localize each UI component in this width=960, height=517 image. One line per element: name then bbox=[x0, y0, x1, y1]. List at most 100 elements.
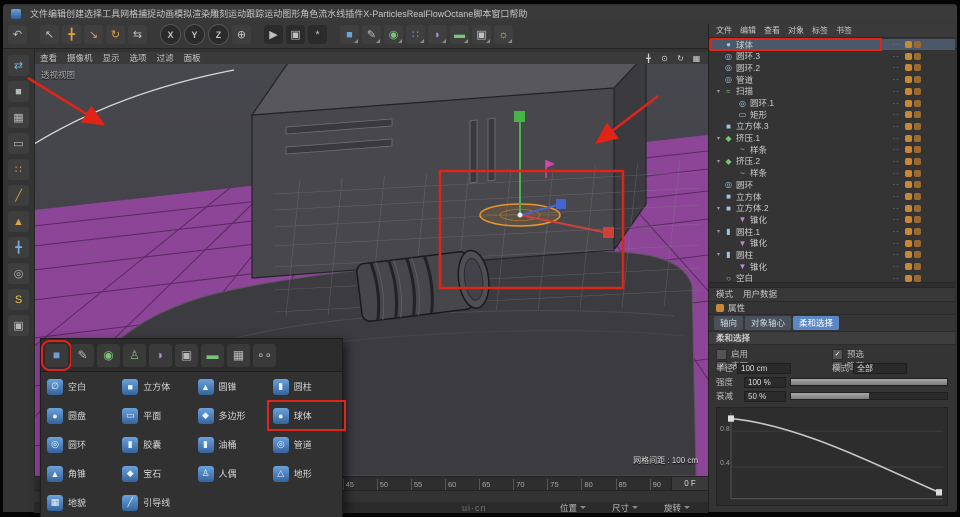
object-tag-2[interactable] bbox=[914, 87, 921, 95]
object-tag-2[interactable] bbox=[914, 134, 921, 142]
attribute-mode-tab[interactable]: 用户数据 bbox=[743, 288, 777, 300]
toggle-view-icon[interactable]: ▦ bbox=[691, 53, 702, 63]
object-tag[interactable] bbox=[905, 193, 912, 201]
object-tag[interactable] bbox=[905, 87, 912, 95]
object-tag-2[interactable] bbox=[914, 193, 921, 201]
object-manager-menu-item[interactable]: 对象 bbox=[788, 25, 804, 36]
visibility-dots[interactable]: ·· bbox=[893, 145, 900, 154]
object-tag[interactable] bbox=[905, 251, 912, 259]
add-spline-icon[interactable]: ✎ bbox=[362, 25, 381, 44]
object-tag-2[interactable] bbox=[914, 146, 921, 154]
menu-item[interactable]: 窗口 bbox=[491, 9, 509, 19]
primitive-item[interactable]: ◆ 多边形 bbox=[192, 401, 267, 430]
make-editable-icon[interactable]: ⇄ bbox=[8, 55, 29, 76]
slider-field[interactable]: 衰减 50 % bbox=[716, 389, 948, 403]
object-row[interactable]: ▼ 锥化 ·· bbox=[709, 237, 955, 249]
input-value[interactable]: 全部 bbox=[853, 362, 908, 374]
object-row[interactable]: ▾ ■ 立方体.2 ·· bbox=[709, 202, 955, 214]
object-tag-2[interactable] bbox=[914, 99, 921, 107]
visibility-dots[interactable]: ·· bbox=[893, 169, 900, 178]
viewport-menu-item[interactable]: 面板 bbox=[184, 52, 201, 64]
add-deformer-icon[interactable]: ◗ bbox=[428, 25, 447, 44]
viewport-menu-item[interactable]: 查看 bbox=[40, 52, 57, 64]
object-row[interactable]: ◎ 管道 ·· bbox=[709, 74, 955, 86]
input-field[interactable]: 模式 全部 bbox=[832, 362, 948, 374]
object-manager-menu-item[interactable]: 书签 bbox=[836, 25, 852, 36]
slider-track[interactable] bbox=[790, 392, 948, 401]
attribute-tab[interactable]: 柔和选择 bbox=[793, 316, 840, 331]
object-tag-2[interactable] bbox=[914, 216, 921, 224]
environment-icon[interactable]: ▬ bbox=[201, 343, 224, 367]
object-manager-menu-item[interactable]: 文件 bbox=[716, 25, 732, 36]
object-tag-2[interactable] bbox=[914, 239, 921, 247]
object-tag[interactable] bbox=[905, 52, 912, 60]
object-tag[interactable] bbox=[905, 41, 912, 49]
object-tag[interactable] bbox=[905, 157, 912, 165]
menu-item[interactable]: 帮助 bbox=[509, 9, 527, 19]
deformer-icon[interactable]: ◗ bbox=[149, 343, 172, 367]
primitive-item[interactable]: ▦ 地貌 bbox=[41, 488, 116, 517]
add-cube-icon[interactable]: ■ bbox=[340, 25, 359, 44]
object-tag[interactable] bbox=[905, 99, 912, 107]
primitive-item[interactable]: △ 地形 bbox=[267, 459, 342, 488]
object-tag-2[interactable] bbox=[914, 251, 921, 259]
generator-icon[interactable]: ◉ bbox=[97, 343, 120, 367]
object-tag-2[interactable] bbox=[914, 181, 921, 189]
slider-value[interactable]: 100 % bbox=[744, 376, 786, 388]
primitive-item[interactable]: ◆ 宝石 bbox=[116, 459, 191, 488]
add-camera-icon[interactable]: ▣ bbox=[472, 25, 491, 44]
menu-item[interactable]: 创建 bbox=[66, 9, 84, 19]
primitive-item[interactable]: ♙ 人偶 bbox=[192, 459, 267, 488]
menu-item[interactable]: 工具 bbox=[102, 9, 120, 19]
visibility-dots[interactable]: ·· bbox=[893, 63, 900, 72]
render-region-icon[interactable]: ▣ bbox=[286, 25, 305, 44]
object-tag[interactable] bbox=[905, 239, 912, 247]
enable-axis-icon[interactable]: ╋ bbox=[8, 237, 29, 258]
object-manager-menu-item[interactable]: 查看 bbox=[764, 25, 780, 36]
toolbar-icon[interactable] bbox=[254, 25, 261, 44]
object-row[interactable]: ▾ ◆ 挤压.2 ·· bbox=[709, 156, 955, 168]
toolbar-icon[interactable] bbox=[30, 25, 37, 44]
object-row-sphere[interactable]: ● 球体 ·· bbox=[709, 37, 955, 52]
object-row[interactable]: ▾ ◆ 挤压.1 ·· bbox=[709, 132, 955, 144]
visibility-dots[interactable]: ·· bbox=[893, 227, 900, 236]
coordinate-dropdown[interactable]: 旋转 bbox=[664, 502, 690, 514]
object-manager-menu-item[interactable]: 编辑 bbox=[740, 25, 756, 36]
visibility-dots[interactable]: ·· bbox=[893, 40, 900, 49]
pan-view-icon[interactable]: ╋ bbox=[643, 53, 654, 63]
menu-item[interactable]: X-Particles bbox=[363, 9, 407, 19]
menu-item[interactable]: 运动跟踪 bbox=[228, 9, 264, 19]
object-tag[interactable] bbox=[905, 228, 912, 236]
object-tag[interactable] bbox=[905, 64, 912, 72]
model-mode-icon[interactable]: ■ bbox=[8, 81, 29, 102]
visibility-dots[interactable]: ·· bbox=[893, 134, 900, 143]
object-row[interactable]: ▾ ≈ 扫描 ·· bbox=[709, 86, 955, 98]
rotate-tool-icon[interactable]: ↻ bbox=[106, 25, 125, 44]
object-tag-2[interactable] bbox=[914, 64, 921, 72]
checkbox-field[interactable]: 预选 bbox=[832, 348, 948, 360]
coordinate-system-icon[interactable]: ⊕ bbox=[232, 25, 251, 44]
visibility-dots[interactable]: ·· bbox=[893, 274, 900, 282]
primitive-item[interactable]: ▮ 胶囊 bbox=[116, 430, 191, 459]
scale-tool-icon[interactable]: ↘ bbox=[84, 25, 103, 44]
primitive-item[interactable]: ■ 立方体 bbox=[116, 372, 191, 401]
add-modeling-icon[interactable]: ∷ bbox=[406, 25, 425, 44]
menu-item[interactable]: 角色 bbox=[300, 9, 318, 19]
object-tag[interactable] bbox=[905, 216, 912, 224]
render-view-icon[interactable]: ▶ bbox=[264, 25, 283, 44]
object-tag-2[interactable] bbox=[914, 111, 921, 119]
menu-item[interactable]: 捕捉 bbox=[138, 9, 156, 19]
object-row[interactable]: ▾ ▮ 圆柱.1 ·· bbox=[709, 226, 955, 238]
object-tag[interactable] bbox=[905, 169, 912, 177]
snap-icon[interactable]: S bbox=[8, 289, 29, 310]
menu-item[interactable]: 插件 bbox=[345, 9, 363, 19]
menu-item[interactable]: RealFlow bbox=[407, 9, 445, 19]
object-row[interactable]: ■ 立方体.3 ·· bbox=[709, 121, 955, 133]
menu-item[interactable]: 模拟 bbox=[174, 9, 192, 19]
primitive-item[interactable]: ◎ 管道 bbox=[267, 430, 342, 459]
menu-item[interactable]: 网格 bbox=[120, 9, 138, 19]
primitive-item[interactable]: ▲ 圆锥 bbox=[192, 372, 267, 401]
attribute-tab[interactable]: 轴向 bbox=[714, 316, 744, 331]
camera-icon[interactable]: ▣ bbox=[175, 343, 198, 367]
menu-item[interactable]: 雕刻 bbox=[210, 9, 228, 19]
